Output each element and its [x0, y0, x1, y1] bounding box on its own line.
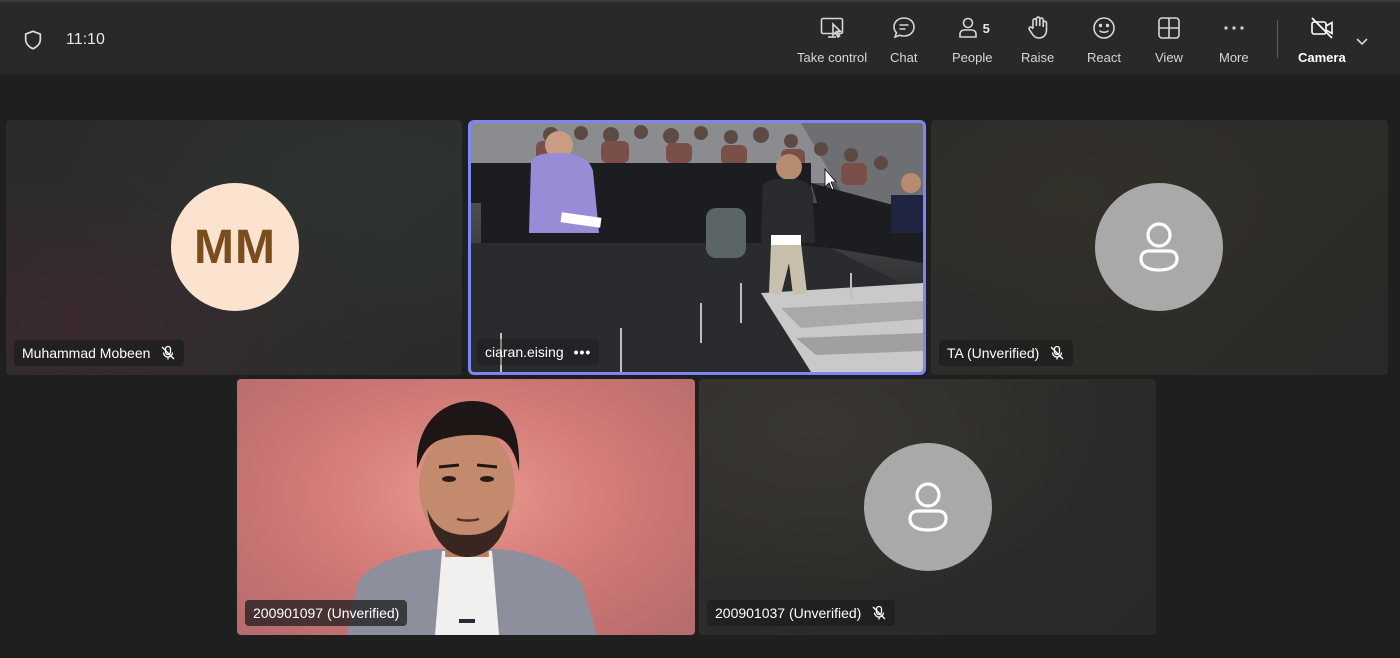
- view-label: View: [1155, 50, 1183, 65]
- camera-button[interactable]: Camera: [1298, 14, 1346, 68]
- person-icon: [1139, 222, 1179, 272]
- chat-button[interactable]: Chat: [890, 14, 917, 68]
- participant-nameplate: TA (Unverified): [939, 340, 1074, 366]
- lecture-hall-video: [471, 123, 923, 372]
- participant-tile-ciaran-eising[interactable]: ciaran.eising •••: [468, 120, 926, 375]
- mic-muted-icon: [161, 345, 175, 360]
- participant-name: 200901097 (Unverified): [253, 605, 400, 621]
- take-control-label: Take control: [797, 50, 868, 65]
- participant-nameplate: 200901037 (Unverified): [707, 600, 896, 626]
- mic-muted-icon: [872, 605, 886, 620]
- chat-icon: [892, 17, 915, 39]
- raise-hand-button[interactable]: Raise: [1021, 14, 1054, 68]
- avatar: [864, 443, 992, 571]
- participant-tile-ta[interactable]: TA (Unverified): [931, 120, 1388, 375]
- participant-nameplate: Muhammad Mobeen: [14, 340, 185, 366]
- participant-tile-200901097[interactable]: 200901097 (Unverified): [237, 379, 695, 635]
- shield-icon[interactable]: [22, 29, 44, 51]
- people-label: People: [952, 50, 993, 65]
- participant-name: Muhammad Mobeen: [22, 345, 151, 361]
- view-button[interactable]: View: [1155, 14, 1183, 68]
- participant-tile-200901037[interactable]: 200901037 (Unverified): [699, 379, 1156, 635]
- take-control-icon: [820, 17, 844, 39]
- meeting-timer: 11:10: [66, 31, 105, 48]
- react-button[interactable]: React: [1087, 14, 1121, 68]
- participant-name: ciaran.eising: [485, 344, 564, 360]
- react-label: React: [1087, 50, 1121, 65]
- participant-more-options-button[interactable]: •••: [574, 344, 592, 360]
- participant-tile-muhammad-mobeen[interactable]: MM Muhammad Mobeen: [6, 120, 462, 375]
- people-button[interactable]: 5 People: [952, 14, 992, 68]
- raise-hand-icon: [1027, 16, 1047, 39]
- people-icon: [958, 17, 977, 38]
- person-icon: [908, 482, 948, 532]
- raise-label: Raise: [1021, 50, 1055, 65]
- more-label: More: [1219, 50, 1249, 65]
- more-button[interactable]: More: [1219, 14, 1249, 68]
- grid-view-icon: [1158, 17, 1180, 39]
- avatar: [1095, 183, 1223, 311]
- participant-name: TA (Unverified): [947, 345, 1040, 361]
- chevron-down-icon[interactable]: [1354, 33, 1370, 49]
- participant-video: [347, 401, 597, 635]
- participant-nameplate: ciaran.eising •••: [477, 339, 600, 365]
- people-count: 5: [982, 20, 990, 36]
- avatar: MM: [171, 183, 299, 311]
- take-control-button[interactable]: Take control: [797, 14, 867, 68]
- camera-label: Camera: [1298, 50, 1346, 65]
- chat-label: Chat: [890, 50, 918, 65]
- participant-nameplate: 200901097 (Unverified): [245, 600, 408, 626]
- toolbar-divider: [1277, 20, 1278, 58]
- more-dots-icon: [1224, 26, 1244, 30]
- camera-off-icon: [1311, 17, 1333, 39]
- smiley-icon: [1093, 17, 1115, 39]
- participant-name: 200901037 (Unverified): [715, 605, 862, 621]
- mic-muted-icon: [1050, 345, 1064, 360]
- meeting-toolbar: 11:10 Take control Chat 5 People Raise R…: [0, 0, 1400, 74]
